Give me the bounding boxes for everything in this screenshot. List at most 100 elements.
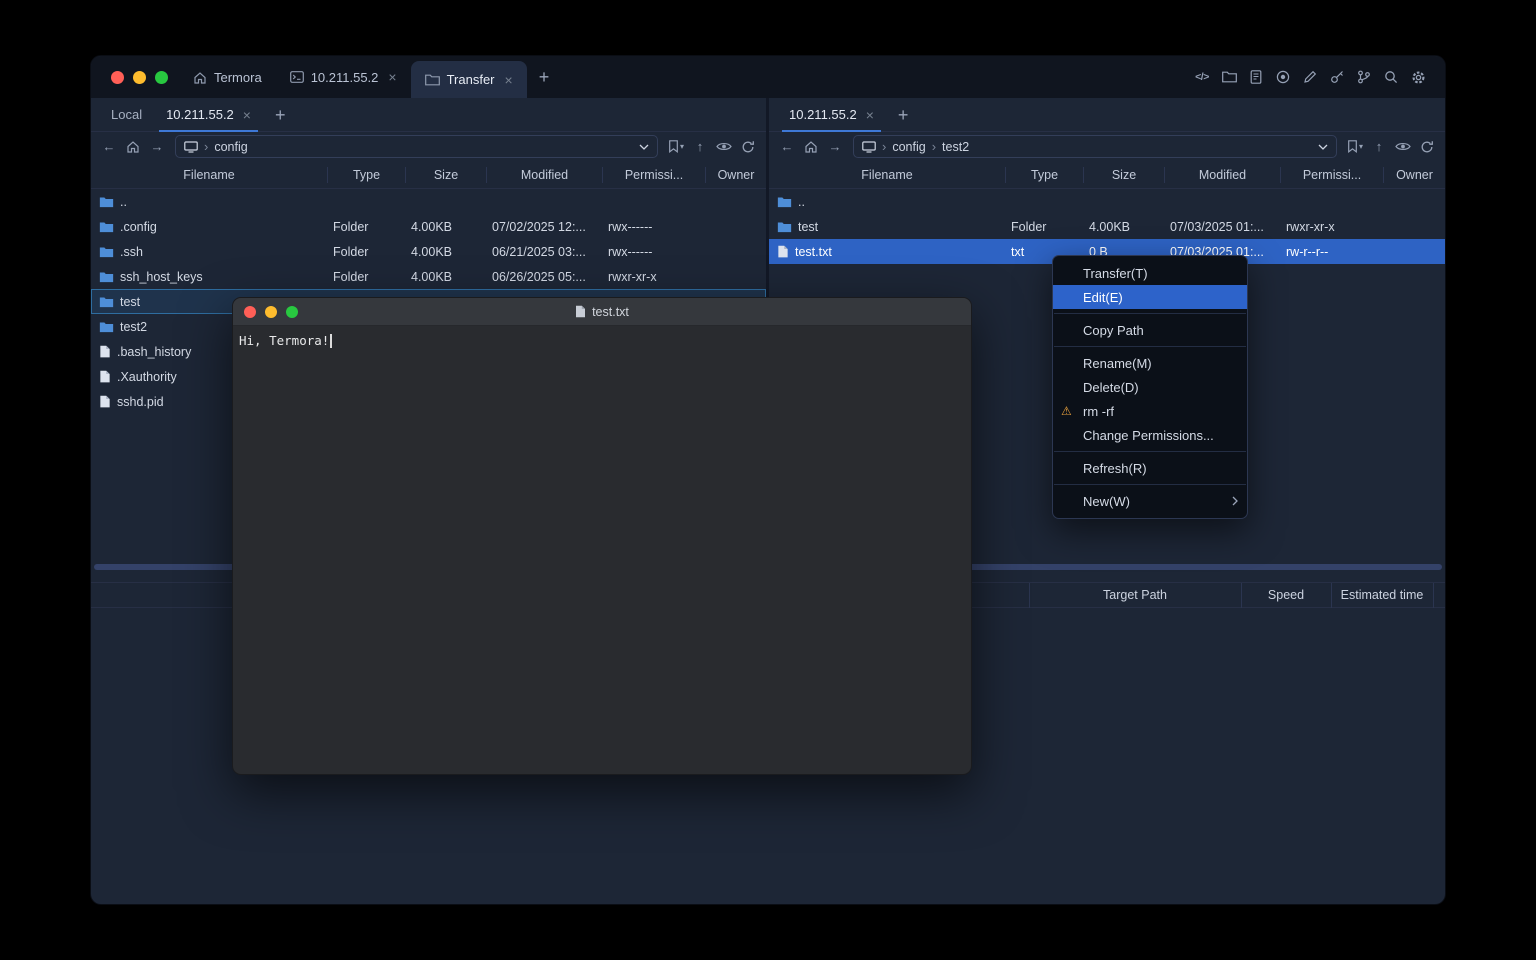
menu-item-transfer[interactable]: Transfer(T) [1053, 261, 1247, 285]
submenu-chevron-icon [1232, 496, 1238, 506]
code-button[interactable]: </> [1191, 66, 1213, 88]
menu-item-label: New(W) [1083, 494, 1130, 509]
minimize-window-button[interactable] [133, 71, 146, 84]
folder-button[interactable] [1218, 66, 1240, 88]
path-segment[interactable]: config [214, 140, 247, 154]
key-icon [1330, 70, 1344, 84]
editor-minimize-button[interactable] [265, 306, 277, 318]
chevron-down-icon[interactable] [639, 144, 649, 150]
column-type[interactable]: Type [1005, 167, 1083, 183]
file-row[interactable]: .ssh Folder 4.00KB 06/21/2025 03:... rwx… [91, 239, 766, 264]
column-permissions[interactable]: Permissi... [602, 167, 705, 183]
back-button[interactable]: ← [99, 136, 119, 158]
chevron-down-icon[interactable] [1318, 144, 1328, 150]
new-panel-tab-button[interactable]: + [886, 98, 921, 132]
show-hidden-button[interactable] [1393, 136, 1413, 158]
refresh-icon [741, 140, 755, 154]
file-name: test [798, 220, 818, 234]
menu-item-rm-rf[interactable]: ⚠ rm -rf [1053, 399, 1247, 423]
tab-label: 10.211.55.2 [166, 107, 234, 122]
parent-directory-button[interactable]: ↑ [1369, 136, 1389, 158]
close-tab-icon[interactable]: × [388, 70, 396, 84]
tab-terminal-host[interactable]: 10.211.55.2 × [276, 56, 411, 98]
menu-item-delete[interactable]: Delete(D) [1053, 375, 1247, 399]
editor-close-button[interactable] [244, 306, 256, 318]
menu-item-refresh[interactable]: Refresh(R) [1053, 456, 1247, 480]
key-button[interactable] [1326, 66, 1348, 88]
tab-termora[interactable]: Termora [179, 56, 276, 98]
editor-title-text: test.txt [592, 305, 629, 319]
refresh-button[interactable] [738, 136, 758, 158]
home-button[interactable] [801, 136, 821, 158]
new-tab-button[interactable]: + [527, 56, 562, 98]
refresh-button[interactable] [1417, 136, 1437, 158]
path-separator: › [932, 139, 936, 154]
close-tab-icon[interactable]: × [243, 108, 251, 122]
back-button[interactable]: ← [777, 136, 797, 158]
journal-button[interactable] [1245, 66, 1267, 88]
titlebar[interactable]: Termora 10.211.55.2 × Transfer × + </> [91, 56, 1445, 98]
menu-item-edit[interactable]: Edit(E) [1053, 285, 1247, 309]
pencil-button[interactable] [1299, 66, 1321, 88]
file-row[interactable]: test Folder 4.00KB 07/03/2025 01:... rwx… [769, 214, 1445, 239]
bookmark-button[interactable]: ▾ [1345, 136, 1365, 158]
menu-item-change-permissions[interactable]: Change Permissions... [1053, 423, 1247, 447]
new-panel-tab-button[interactable]: + [263, 98, 298, 132]
forward-button[interactable]: → [825, 136, 845, 158]
column-owner[interactable]: Owner [1383, 167, 1445, 183]
path-segment[interactable]: test2 [942, 140, 969, 154]
parent-directory-button[interactable]: ↑ [690, 136, 710, 158]
file-type: Folder [327, 245, 405, 259]
file-table-header: Filename Type Size Modified Permissi... … [769, 161, 1445, 189]
tab-host-right[interactable]: 10.211.55.2 × [777, 98, 886, 131]
column-type[interactable]: Type [327, 167, 405, 183]
search-button[interactable] [1380, 66, 1402, 88]
home-button[interactable] [123, 136, 143, 158]
forward-button[interactable]: → [147, 136, 167, 158]
editor-content[interactable]: Hi, Termora! [233, 326, 971, 355]
column-target-path[interactable]: Target Path [1029, 583, 1241, 607]
close-tab-icon[interactable]: × [505, 73, 513, 87]
column-modified[interactable]: Modified [1164, 167, 1280, 183]
column-owner[interactable]: Owner [705, 167, 766, 183]
eye-icon [716, 141, 732, 152]
file-row[interactable]: ssh_host_keys Folder 4.00KB 06/26/2025 0… [91, 264, 766, 289]
home-icon [804, 140, 818, 153]
tab-local[interactable]: Local [99, 98, 154, 131]
column-size[interactable]: Size [405, 167, 486, 183]
zoom-window-button[interactable] [155, 71, 168, 84]
menu-item-new[interactable]: New(W) [1053, 489, 1247, 513]
tab-transfer[interactable]: Transfer × [411, 61, 527, 98]
editor-window: test.txt Hi, Termora! [232, 297, 972, 775]
file-row-parent[interactable]: .. [91, 189, 766, 214]
file-row[interactable]: .config Folder 4.00KB 07/02/2025 12:... … [91, 214, 766, 239]
editor-zoom-button[interactable] [286, 306, 298, 318]
show-hidden-button[interactable] [714, 136, 734, 158]
column-modified[interactable]: Modified [486, 167, 602, 183]
column-estimated-time[interactable]: Estimated time [1331, 583, 1433, 607]
file-row-parent[interactable]: .. [769, 189, 1445, 214]
branch-button[interactable] [1353, 66, 1375, 88]
tab-label: Local [111, 107, 142, 122]
path-bar[interactable]: › config [175, 135, 658, 158]
record-button[interactable] [1272, 66, 1294, 88]
column-filename[interactable]: Filename [91, 167, 327, 183]
file-type: Folder [327, 270, 405, 284]
path-bar[interactable]: › config › test2 [853, 135, 1337, 158]
left-panel-tabs: Local 10.211.55.2 × + [91, 98, 766, 132]
bookmark-button[interactable]: ▾ [666, 136, 686, 158]
column-filename[interactable]: Filename [769, 167, 1005, 183]
menu-item-copy-path[interactable]: Copy Path [1053, 318, 1247, 342]
menu-item-rename[interactable]: Rename(M) [1053, 351, 1247, 375]
close-tab-icon[interactable]: × [866, 108, 874, 122]
column-size[interactable]: Size [1083, 167, 1164, 183]
path-segment[interactable]: config [892, 140, 925, 154]
bookmark-icon [1347, 140, 1358, 153]
close-window-button[interactable] [111, 71, 124, 84]
tab-host-left[interactable]: 10.211.55.2 × [154, 98, 263, 131]
column-permissions[interactable]: Permissi... [1280, 167, 1383, 183]
settings-button[interactable] [1407, 66, 1429, 88]
column-speed[interactable]: Speed [1241, 583, 1331, 607]
branch-icon [1357, 70, 1371, 84]
editor-titlebar[interactable]: test.txt [233, 298, 971, 326]
